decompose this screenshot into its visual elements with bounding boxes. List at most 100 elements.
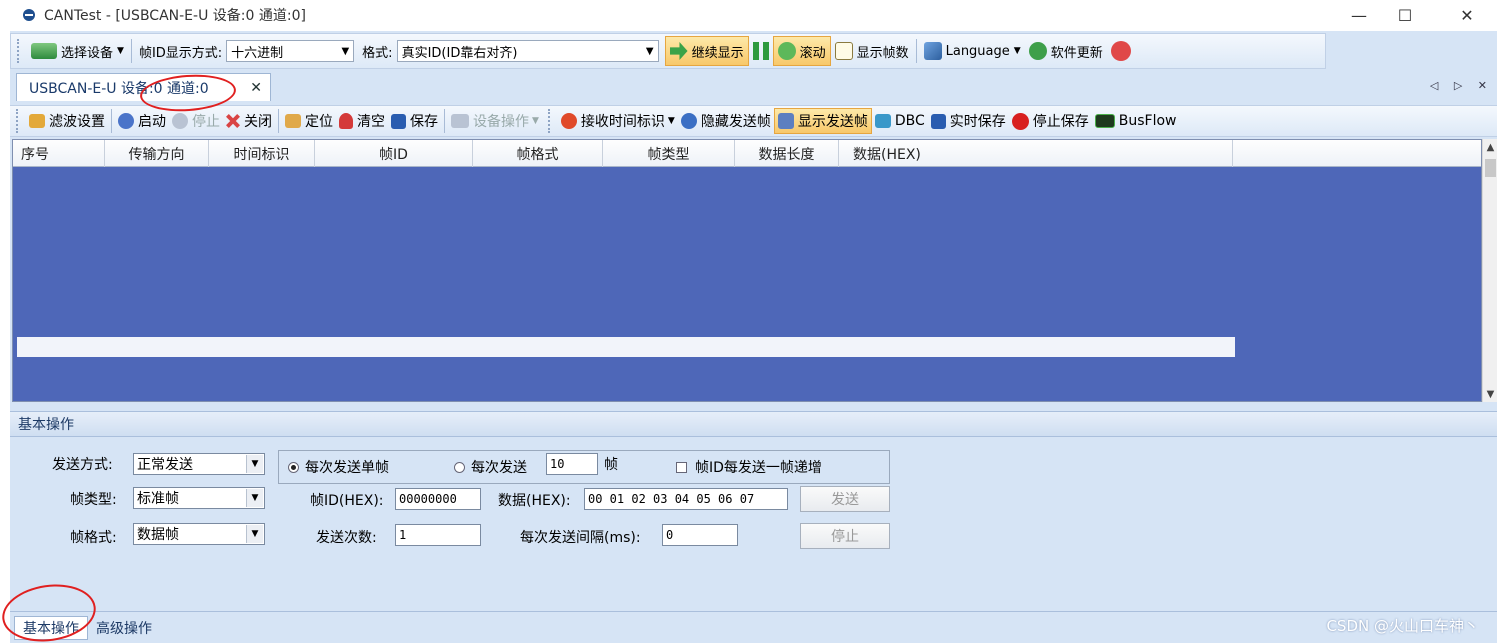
stop-icon (172, 113, 188, 129)
frame-id-display-select[interactable]: 十六进制 ▼ (226, 40, 355, 62)
stop-label: 停止 (192, 114, 220, 130)
show-sent-icon (777, 113, 794, 129)
busflow-button[interactable]: BusFlow (1092, 108, 1180, 134)
toolbar-grip[interactable] (547, 109, 552, 133)
format-select[interactable]: 真实ID(ID靠右对齐) ▼ (396, 40, 659, 62)
interval-label: 每次发送间隔(ms): (520, 530, 641, 546)
show-frame-count-button[interactable]: 显示帧数 (831, 36, 913, 66)
frame-id-input[interactable]: 00000000 (395, 488, 481, 510)
column-header[interactable]: 传输方向 (105, 140, 209, 167)
frame-format-value: 数据帧 (137, 527, 179, 543)
radio-checked-icon (288, 461, 299, 473)
continue-display-button[interactable]: 继续显示 (664, 36, 749, 66)
help-button[interactable] (1107, 36, 1139, 66)
dbc-button[interactable]: DBC (872, 108, 928, 134)
tab-navigation[interactable]: ◁ ▷ ✕ (1430, 79, 1493, 92)
clear-button[interactable]: 清空 (336, 108, 388, 134)
show-frame-count-label: 显示帧数 (856, 45, 909, 61)
column-header[interactable]: 帧ID (315, 140, 473, 167)
data-hex-input[interactable]: 00 01 02 03 04 05 06 07 (584, 488, 788, 510)
frame-type-select[interactable]: 标准帧 ▼ (133, 487, 265, 509)
separator (915, 39, 917, 63)
scroll-thumb[interactable] (1485, 159, 1496, 177)
rx-timestamp-button[interactable]: 接收时间标识 ▼ (558, 108, 678, 134)
frame-type-value: 标准帧 (137, 491, 179, 507)
dropdown-arrow-icon: ▼ (117, 46, 124, 56)
column-header[interactable]: 时间标识 (209, 140, 315, 167)
bottom-tab-strip: 基本操作 高级操作 (10, 611, 1497, 643)
scroll-down-icon[interactable]: ▼ (1483, 386, 1498, 402)
send-count-label: 发送次数: (316, 530, 377, 546)
column-header[interactable]: 数据长度 (735, 140, 839, 167)
frame-format-select[interactable]: 数据帧 ▼ (133, 523, 265, 545)
maximize-button[interactable]: ☐ (1382, 0, 1428, 30)
device-ops-button[interactable]: 设备操作 ▼ (448, 108, 542, 134)
separator (111, 109, 112, 133)
scroll-button[interactable]: 滚动 (772, 36, 831, 66)
realtime-save-button[interactable]: 实时保存 (928, 108, 1009, 134)
dropdown-arrow-icon: ▼ (667, 116, 675, 126)
separator (278, 109, 279, 133)
column-header[interactable]: 帧类型 (603, 140, 735, 167)
grid-header: 序号 传输方向 时间标识 帧ID 帧格式 帧类型 数据长度 数据(HEX) (13, 140, 1481, 167)
busflow-label: BusFlow (1118, 113, 1177, 129)
show-sent-button[interactable]: 显示发送帧 (773, 108, 872, 134)
stop-save-label: 停止保存 (1032, 114, 1089, 130)
frame-type-label: 帧类型: (70, 492, 117, 508)
send-mode-select[interactable]: 正常发送 ▼ (133, 453, 265, 475)
scroll-up-icon[interactable]: ▲ (1483, 139, 1498, 155)
increment-id-checkbox[interactable]: 帧ID每发送一帧递增 (676, 456, 822, 478)
scroll-label: 滚动 (799, 45, 826, 61)
start-button[interactable]: 启动 (115, 108, 169, 134)
stop-send-button[interactable]: 停止 (800, 523, 890, 549)
minimize-button[interactable]: — (1336, 0, 1382, 30)
software-update-button[interactable]: 软件更新 (1025, 36, 1107, 66)
send-count-input[interactable]: 1 (395, 524, 481, 546)
chevron-down-icon: ▼ (645, 45, 654, 57)
stop-save-icon (1011, 112, 1029, 130)
close-tab-icon[interactable]: ✕ (250, 80, 262, 96)
column-header[interactable]: 帧格式 (473, 140, 603, 167)
data-hex-label: 数据(HEX): (498, 493, 571, 509)
pen-icon (923, 42, 942, 60)
frame-data-grid[interactable]: 序号 传输方向 时间标识 帧ID 帧格式 帧类型 数据长度 数据(HEX) (12, 139, 1482, 402)
language-button[interactable]: Language ▼ (920, 36, 1025, 66)
device-ops-label: 设备操作 (473, 114, 529, 130)
radio-single-frame[interactable]: 每次发送单帧 (288, 456, 389, 478)
interval-input[interactable]: 0 (662, 524, 738, 546)
send-button[interactable]: 发送 (800, 486, 890, 512)
locate-button[interactable]: 定位 (282, 108, 336, 134)
column-header[interactable]: 序号 (13, 140, 105, 167)
hide-sent-button[interactable]: 隐藏发送帧 (678, 108, 774, 134)
radio-multi-frame[interactable]: 每次发送 (454, 456, 527, 478)
frame-unit-label: 帧 (604, 457, 618, 473)
close-window-button[interactable]: ✕ (1444, 0, 1490, 30)
multi-frame-count-input[interactable]: 10 (546, 453, 598, 475)
format-label: 格式: (362, 45, 393, 61)
busflow-icon (1094, 114, 1115, 128)
start-label: 启动 (138, 114, 166, 130)
filter-settings-button[interactable]: 滤波设置 (26, 108, 108, 134)
device-ops-icon (451, 114, 469, 128)
save-button[interactable]: 保存 (388, 108, 441, 134)
start-icon (118, 113, 134, 129)
timestamp-icon (560, 113, 577, 129)
close-channel-button[interactable]: 关闭 (223, 108, 275, 134)
show-sent-label: 显示发送帧 (797, 114, 868, 130)
filter-settings-label: 滤波设置 (49, 114, 105, 130)
toolbar-grip[interactable] (17, 39, 21, 63)
stop-button[interactable]: 停止 (169, 108, 223, 134)
grid-row-empty[interactable] (17, 337, 1235, 357)
hide-sent-label: 隐藏发送帧 (700, 114, 771, 130)
select-device-button[interactable]: 选择设备 ▼ (27, 36, 128, 66)
radio-single-label: 每次发送单帧 (305, 460, 389, 476)
pause-icon (752, 42, 759, 60)
column-header[interactable]: 数据(HEX) (839, 140, 1233, 167)
stop-save-button[interactable]: 停止保存 (1009, 108, 1092, 134)
frame-id-display-label: 帧ID显示方式: (138, 45, 223, 61)
update-icon (1028, 42, 1047, 60)
tab-advanced-ops[interactable]: 高级操作 (88, 616, 160, 640)
pause-button[interactable] (749, 36, 773, 66)
toolbar-grip[interactable] (16, 109, 20, 133)
grid-vertical-scrollbar[interactable]: ▲ ▼ (1482, 139, 1497, 402)
